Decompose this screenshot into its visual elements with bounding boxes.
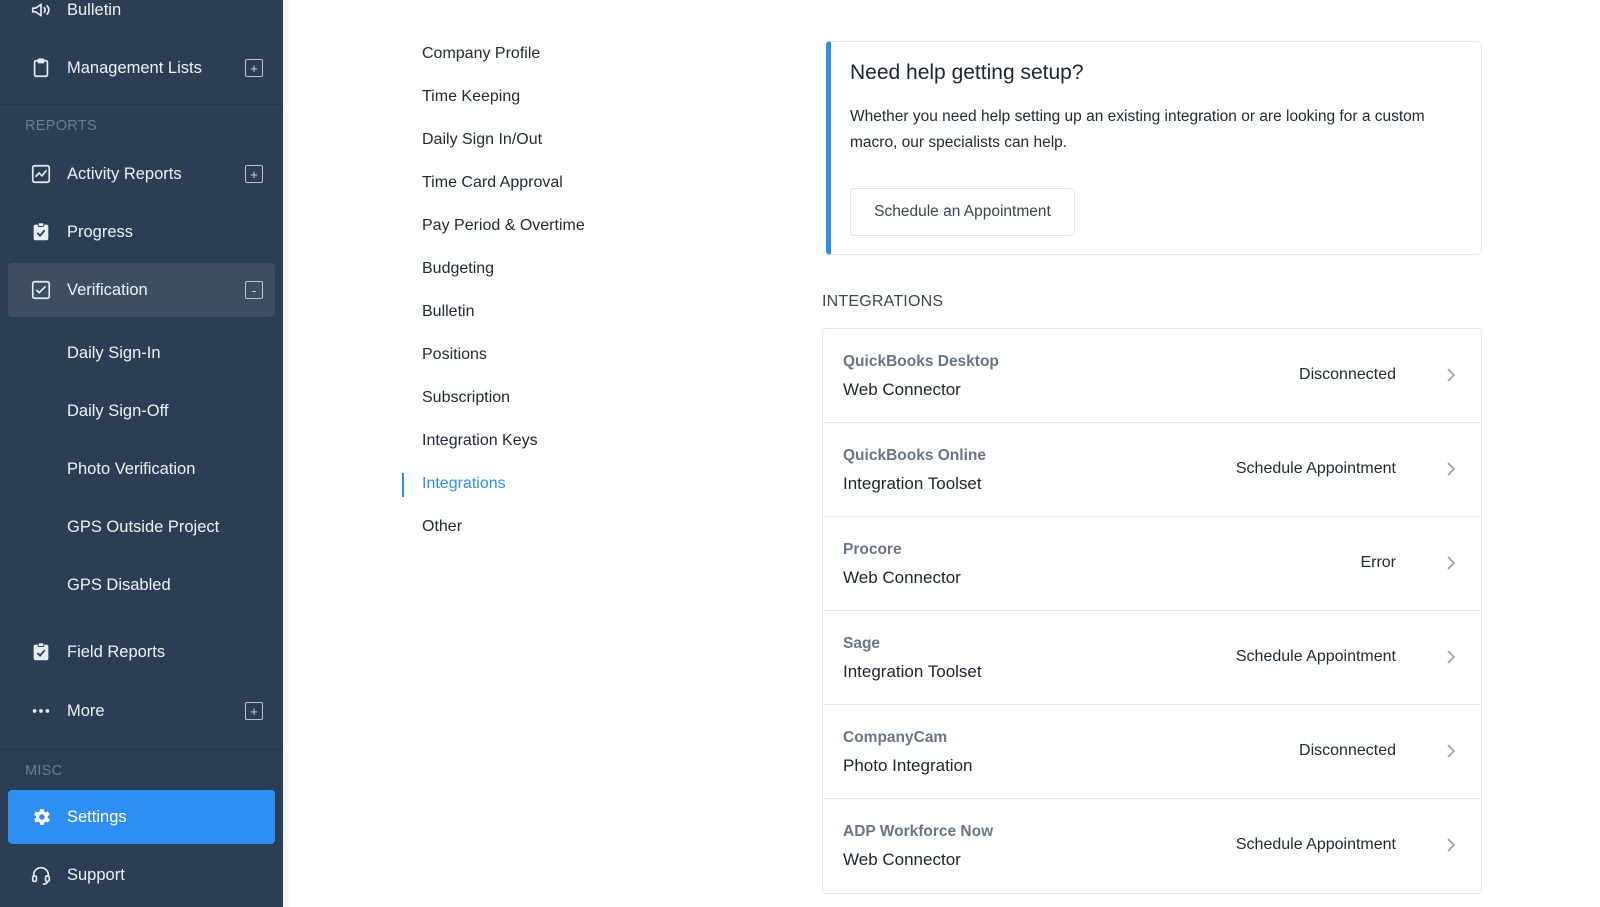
schedule-appointment-button[interactable]: Schedule an Appointment bbox=[850, 188, 1075, 236]
sidebar-subitem-daily-sign-off[interactable]: Daily Sign-Off bbox=[67, 402, 168, 421]
sidebar-item-label: Verification bbox=[67, 280, 148, 299]
chevron-right-icon bbox=[1443, 743, 1459, 759]
clipboard-icon bbox=[30, 57, 52, 79]
integration-row-quickbooks-desktop[interactable]: QuickBooks Desktop Web Connector Disconn… bbox=[823, 329, 1481, 423]
expand-toggle[interactable]: + bbox=[245, 59, 263, 77]
sidebar-item-activity-reports[interactable]: Activity Reports + bbox=[8, 147, 275, 201]
integration-name: Sage bbox=[843, 635, 881, 652]
sidebar-item-verification[interactable]: Verification - bbox=[8, 263, 275, 317]
sidebar-item-label: Activity Reports bbox=[67, 164, 182, 183]
integration-row-companycam[interactable]: CompanyCam Photo Integration Disconnecte… bbox=[823, 705, 1481, 799]
sidebar-item-label: Field Reports bbox=[67, 642, 166, 661]
integration-type: Integration Toolset bbox=[843, 662, 982, 681]
settings-nav-subscription[interactable]: Subscription bbox=[422, 389, 510, 407]
help-title: Need help getting setup? bbox=[850, 61, 1084, 84]
sidebar-item-label: Management Lists bbox=[67, 58, 202, 77]
chart-icon bbox=[30, 163, 52, 185]
settings-nav-time-card-approval[interactable]: Time Card Approval bbox=[422, 174, 563, 192]
help-card: Need help getting setup? Whether you nee… bbox=[826, 41, 1482, 255]
integration-name: QuickBooks Online bbox=[843, 447, 986, 464]
sidebar-item-label: Progress bbox=[67, 222, 134, 241]
settings-nav-company-profile[interactable]: Company Profile bbox=[422, 45, 540, 63]
settings-nav-other[interactable]: Other bbox=[422, 518, 462, 536]
integration-row-quickbooks-online[interactable]: QuickBooks Online Integration Toolset Sc… bbox=[823, 423, 1481, 517]
integration-row-sage[interactable]: Sage Integration Toolset Schedule Appoin… bbox=[823, 611, 1481, 705]
collapse-toggle[interactable]: - bbox=[245, 281, 263, 299]
gear-icon bbox=[30, 806, 52, 828]
expand-toggle[interactable]: + bbox=[245, 165, 263, 183]
ellipsis-icon bbox=[30, 700, 52, 722]
divider bbox=[0, 749, 283, 750]
integrations-heading: INTEGRATIONS bbox=[822, 293, 944, 310]
sidebar-subitem-daily-sign-in[interactable]: Daily Sign-In bbox=[67, 344, 161, 363]
sidebar-item-label: Bulletin bbox=[67, 0, 122, 19]
settings-nav-bulletin[interactable]: Bulletin bbox=[422, 303, 474, 321]
integration-status: Schedule Appointment bbox=[1235, 648, 1396, 665]
sidebar-subitem-gps-outside-project[interactable]: GPS Outside Project bbox=[67, 518, 219, 537]
integration-status: Schedule Appointment bbox=[1235, 836, 1396, 853]
integration-name: Procore bbox=[843, 541, 902, 558]
integration-name: ADP Workforce Now bbox=[843, 823, 994, 840]
sidebar-item-progress[interactable]: Progress bbox=[8, 205, 275, 259]
chevron-right-icon bbox=[1443, 367, 1459, 383]
settings-nav-integrations[interactable]: Integrations bbox=[422, 475, 506, 493]
chevron-right-icon bbox=[1443, 649, 1459, 665]
settings-nav-positions[interactable]: Positions bbox=[422, 346, 487, 364]
chevron-right-icon bbox=[1443, 461, 1459, 477]
integration-status: Disconnected bbox=[1299, 366, 1396, 383]
integration-row-adp-workforce-now[interactable]: ADP Workforce Now Web Connector Schedule… bbox=[823, 799, 1481, 893]
chevron-right-icon bbox=[1443, 837, 1459, 853]
sidebar-item-support[interactable]: Support bbox=[8, 848, 275, 902]
integration-row-procore[interactable]: Procore Web Connector Error bbox=[823, 517, 1481, 611]
active-nav-indicator bbox=[402, 473, 404, 497]
integration-type: Integration Toolset bbox=[843, 474, 982, 493]
settings-nav-daily-sign-in-out[interactable]: Daily Sign In/Out bbox=[422, 131, 542, 149]
expand-toggle[interactable]: + bbox=[245, 702, 263, 720]
checkbox-icon bbox=[30, 279, 52, 301]
sidebar-subitem-photo-verification[interactable]: Photo Verification bbox=[67, 460, 195, 479]
integration-status: Error bbox=[1360, 554, 1396, 571]
integration-status: Disconnected bbox=[1299, 742, 1396, 759]
sidebar-item-management-lists[interactable]: Management Lists + bbox=[8, 41, 275, 95]
settings-nav-pay-period-overtime[interactable]: Pay Period & Overtime bbox=[422, 217, 585, 235]
headset-icon bbox=[30, 864, 52, 886]
settings-nav-integration-keys[interactable]: Integration Keys bbox=[422, 432, 538, 450]
settings-nav-time-keeping[interactable]: Time Keeping bbox=[422, 88, 520, 106]
sidebar-item-field-reports[interactable]: Field Reports bbox=[8, 625, 275, 679]
sidebar-item-settings[interactable]: Settings bbox=[8, 790, 275, 844]
sidebar-subitem-gps-disabled[interactable]: GPS Disabled bbox=[67, 576, 171, 595]
clipboard-check-icon bbox=[30, 221, 52, 243]
divider bbox=[0, 104, 283, 105]
integration-status: Schedule Appointment bbox=[1235, 460, 1396, 477]
integration-name: QuickBooks Desktop bbox=[843, 353, 999, 370]
sidebar-item-label: Support bbox=[67, 865, 125, 884]
megaphone-icon bbox=[30, 0, 52, 21]
sidebar-shadow bbox=[283, 0, 291, 907]
sidebar-item-more[interactable]: More + bbox=[8, 684, 275, 738]
integration-type: Photo Integration bbox=[843, 756, 973, 775]
integration-type: Web Connector bbox=[843, 568, 961, 587]
help-text: Whether you need help setting up an exis… bbox=[850, 108, 1425, 151]
sidebar-item-label: More bbox=[67, 701, 105, 720]
integration-type: Web Connector bbox=[843, 850, 961, 869]
settings-nav-budgeting[interactable]: Budgeting bbox=[422, 260, 494, 278]
sidebar-item-label: Settings bbox=[67, 807, 127, 826]
integrations-list: QuickBooks Desktop Web Connector Disconn… bbox=[822, 328, 1482, 894]
chevron-right-icon bbox=[1443, 555, 1459, 571]
sidebar-item-bulletin[interactable]: Bulletin bbox=[8, 0, 275, 37]
section-label-reports: REPORTS bbox=[25, 118, 97, 134]
integration-type: Web Connector bbox=[843, 380, 961, 399]
integration-name: CompanyCam bbox=[843, 729, 948, 746]
clipboard-check-icon bbox=[30, 641, 52, 663]
sidebar: Bulletin Management Lists + REPORTS Acti… bbox=[0, 0, 283, 907]
section-label-misc: MISC bbox=[25, 763, 63, 779]
